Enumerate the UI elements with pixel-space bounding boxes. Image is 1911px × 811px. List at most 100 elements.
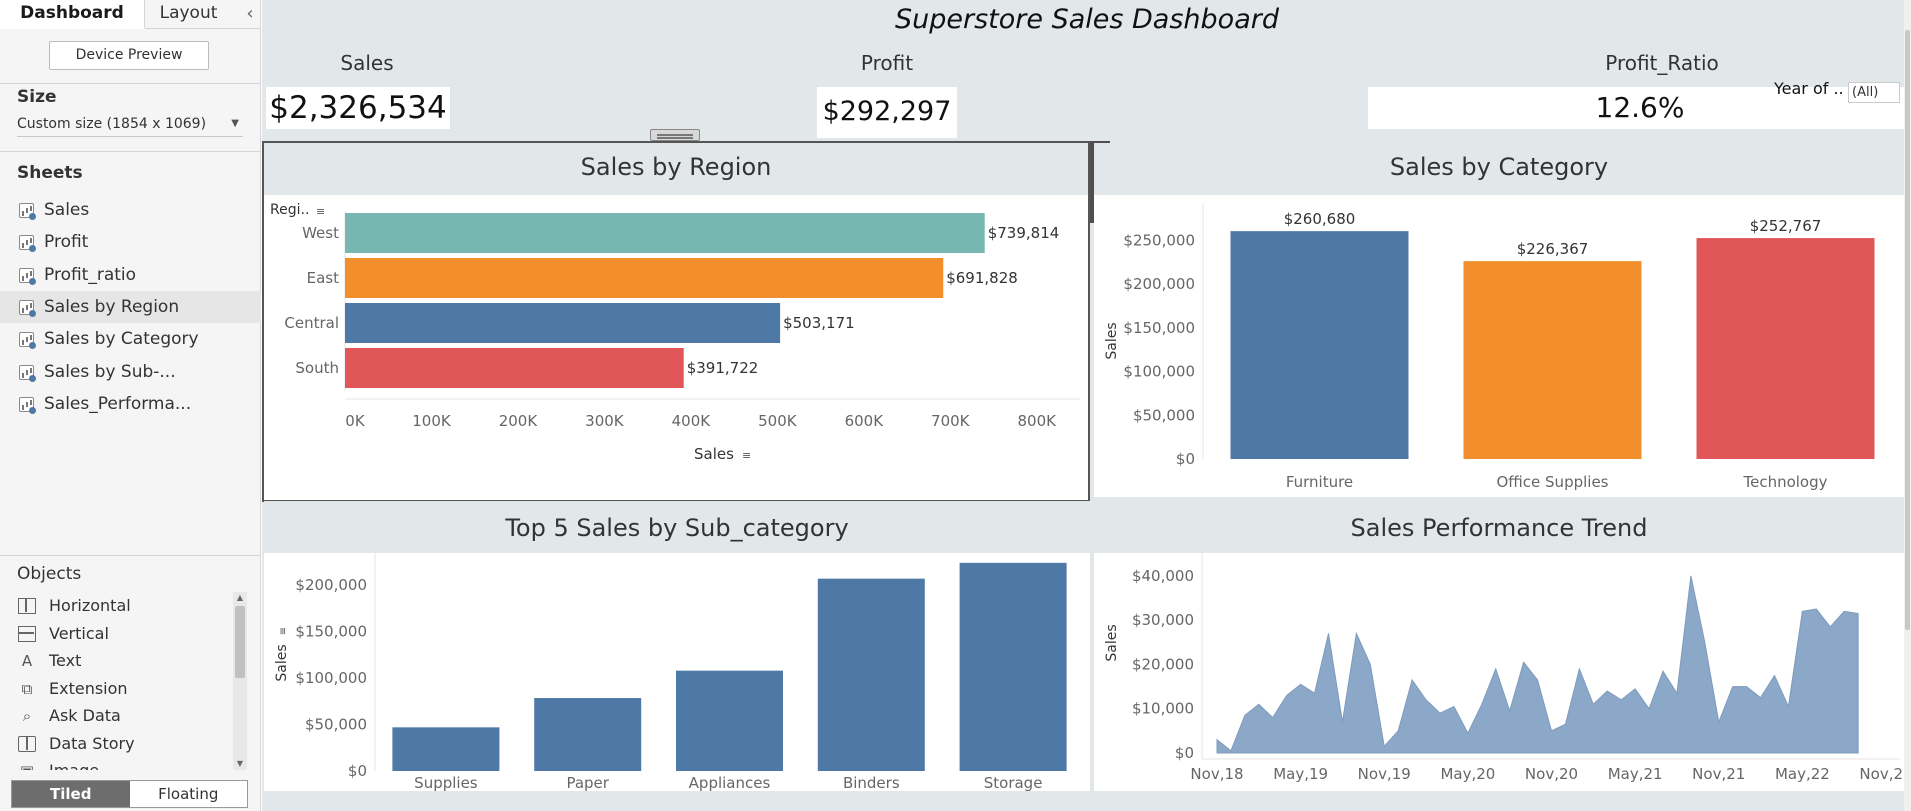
scrollbar-thumb[interactable] — [1905, 30, 1910, 630]
y-axis-title: Sales — [274, 644, 290, 681]
y-tick-label: $20,000 — [1132, 655, 1194, 673]
object-item-label: Image — [49, 761, 99, 770]
y-tick-label: $40,000 — [1132, 567, 1194, 585]
image-icon: ▣ — [18, 763, 36, 770]
text-icon: A — [21, 652, 33, 670]
worksheet-icon — [19, 267, 36, 285]
tiled-button[interactable]: Tiled — [12, 781, 130, 807]
ask-data-icon: ⌕ — [22, 707, 32, 725]
object-item[interactable]: Data Story — [0, 730, 230, 757]
x-tick-label: Storage — [984, 774, 1043, 791]
sales-by-category-chart[interactable]: $0 $50,000 $100,000 $150,000 $200,000 $250,00… — [1094, 195, 1904, 497]
y-tick-label: $100,000 — [1123, 363, 1195, 381]
tab-layout[interactable]: Layout — [146, 0, 231, 29]
x-tick-label: Nov,21 — [1692, 765, 1745, 783]
scroll-down-icon[interactable]: ▼ — [233, 758, 247, 770]
object-item-label: Horizontal — [49, 596, 131, 615]
divider — [0, 555, 261, 556]
sheet-item-label: Sales by Region — [44, 296, 180, 317]
x-tick-label: Office Supplies — [1496, 473, 1608, 491]
y-tick-label: $200,000 — [1123, 275, 1195, 293]
top5-subcategory-chart[interactable]: $0 $50,000 $100,000 $150,000 $200,000 Sales ≡ S… — [264, 553, 1090, 791]
canvas-scrollbar[interactable] — [1904, 0, 1911, 811]
category-data-label: $226,367 — [1517, 240, 1589, 258]
object-item-label: Ask Data — [49, 706, 121, 725]
year-filter-dropdown[interactable]: (All) — [1848, 82, 1900, 103]
move-handle-icon[interactable] — [650, 129, 700, 141]
sheet-item[interactable]: Profit_ratio — [0, 259, 261, 291]
y-tick-label: $50,000 — [1133, 406, 1195, 424]
worksheet-icon — [19, 364, 36, 382]
y-tick-label: $150,000 — [1123, 319, 1195, 337]
kpi-profit-ratio-label: Profit_Ratio — [1605, 51, 1719, 75]
y-tick-label: $10,000 — [1132, 700, 1194, 718]
sales-trend-panel[interactable]: Sales Performance Trend $0 $10,000 $20,000… — [1094, 501, 1904, 791]
y-tick-label: $30,000 — [1132, 611, 1194, 629]
divider — [0, 83, 261, 84]
x-tick-label: Binders — [843, 774, 900, 791]
sheet-item[interactable]: Profit — [0, 226, 261, 258]
object-item[interactable]: ▣ Image — [0, 757, 230, 770]
worksheet-icon — [19, 235, 36, 253]
pane-tabs: Dashboard Layout ‹ — [0, 0, 261, 29]
subcategory-bar — [817, 578, 925, 771]
sheet-item[interactable]: Sales by Sub-... — [0, 356, 261, 388]
objects-list: Horizontal Vertical A Text ⧉ Extension ⌕ Ask Da… — [0, 592, 232, 770]
sheet-item[interactable]: Sales by Category — [0, 323, 261, 355]
object-item[interactable]: ⧉ Extension — [0, 675, 230, 702]
y-tick-label: $100,000 — [295, 669, 367, 687]
x-tick-label: Nov,22 — [1859, 765, 1904, 783]
x-tick-label: May,20 — [1440, 765, 1495, 783]
floating-button[interactable]: Floating — [129, 781, 247, 807]
object-item[interactable]: A Text — [0, 647, 230, 674]
objects-scrollbar[interactable]: ▲ ▼ — [233, 592, 247, 770]
sheet-item[interactable]: Sales_Performa... — [0, 388, 261, 420]
sort-icon: ≡ — [278, 627, 289, 635]
device-preview-button[interactable]: Device Preview — [49, 41, 209, 70]
sheet-item-label: Sales by Sub-... — [44, 361, 176, 382]
objects-section-title: Objects — [17, 564, 82, 584]
y-axis-title: Sales — [1104, 624, 1120, 661]
object-item[interactable]: Vertical — [0, 620, 230, 647]
top5-subcategory-title: Top 5 Sales by Sub_category — [264, 501, 1090, 553]
subcategory-bar — [676, 670, 783, 771]
kpi-sales-value: $2,326,534 — [266, 87, 450, 129]
vertical-container-icon — [18, 625, 36, 642]
subcategory-bar — [392, 727, 500, 771]
sales-trend-chart[interactable]: $0 $10,000 $20,000 $30,000 $40,000 Sales Nov,1… — [1094, 553, 1904, 791]
worksheet-icon — [19, 396, 36, 414]
y-tick-label: $250,000 — [1123, 231, 1195, 249]
object-item[interactable]: Horizontal — [0, 592, 230, 619]
object-item-label: Vertical — [49, 623, 109, 643]
scroll-up-icon[interactable]: ▲ — [233, 592, 247, 604]
size-dropdown-value: Custom size (1854 x 1069) — [17, 116, 207, 132]
x-tick-label: May,21 — [1608, 765, 1663, 783]
object-item[interactable]: ⌕ Ask Data — [0, 702, 230, 729]
sales-by-category-panel[interactable]: Sales by Category $0 $50,000 $100,000 $150,… — [1094, 143, 1904, 497]
category-data-label: $252,767 — [1750, 217, 1822, 235]
sales-trend-area — [1216, 575, 1859, 754]
scrollbar-thumb[interactable] — [235, 606, 245, 678]
x-tick-label: Nov,19 — [1358, 765, 1411, 783]
sales-by-category-title: Sales by Category — [1094, 143, 1904, 195]
object-item-label: Data Story — [49, 733, 135, 753]
category-bar — [1230, 231, 1409, 459]
subcategory-bar — [534, 698, 642, 771]
top5-subcategory-panel[interactable]: Top 5 Sales by Sub_category $0 $50,000 $10… — [264, 501, 1090, 791]
sheet-item-label: Sales by Category — [44, 329, 199, 350]
size-dropdown[interactable]: Custom size (1854 x 1069) ▼ — [17, 113, 243, 137]
sheet-item[interactable]: Sales — [0, 194, 261, 226]
tiled-floating-toggle: Tiled Floating — [11, 780, 248, 808]
divider — [0, 151, 261, 152]
y-tick-label: $50,000 — [305, 716, 367, 734]
sheet-item-label: Sales_Performa... — [44, 393, 192, 414]
kpi-sales-label: Sales — [340, 51, 394, 75]
x-tick-label: Technology — [1742, 473, 1827, 491]
worksheet-icon — [19, 299, 36, 317]
tab-dashboard[interactable]: Dashboard — [0, 0, 145, 29]
category-bar — [1696, 238, 1875, 459]
y-tick-label: $0 — [348, 762, 367, 780]
sheet-item-label: Profit_ratio — [44, 264, 137, 285]
collapse-pane-icon[interactable]: ‹ — [240, 0, 260, 29]
sheet-item[interactable]: Sales by Region — [0, 290, 261, 323]
